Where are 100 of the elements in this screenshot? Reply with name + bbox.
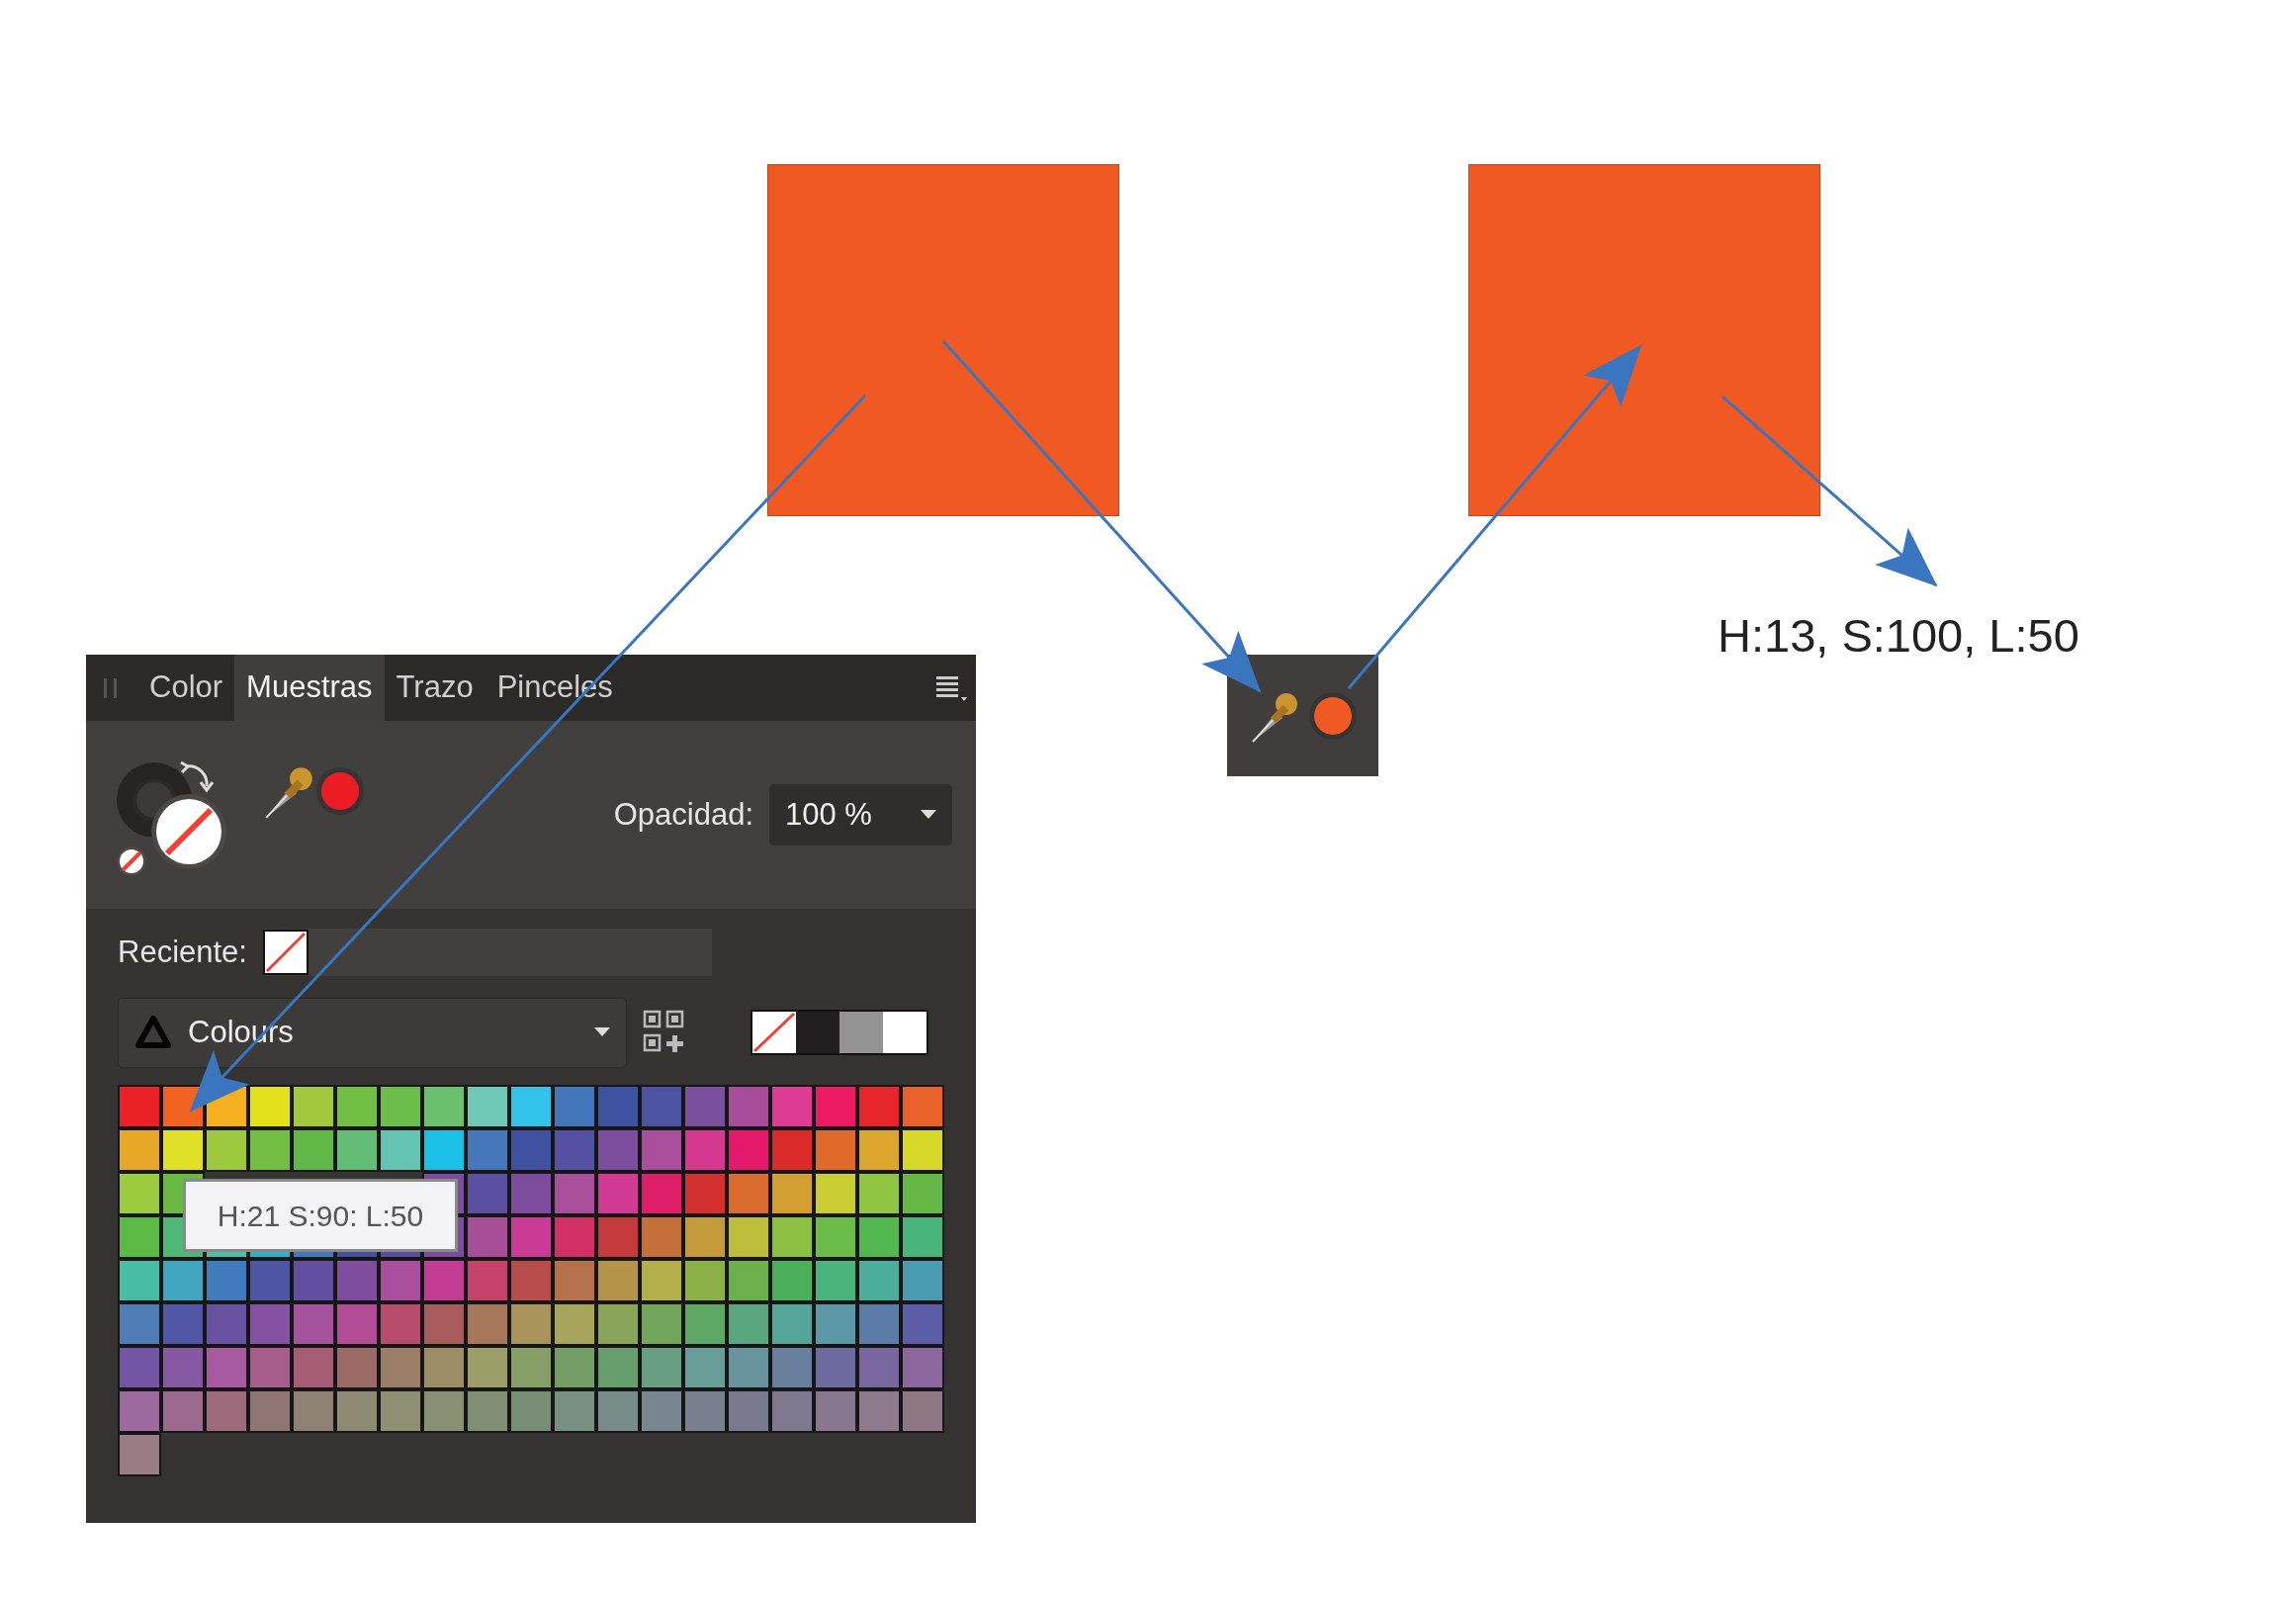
color-swatch[interactable] bbox=[379, 1085, 422, 1128]
color-swatch[interactable] bbox=[640, 1215, 683, 1259]
color-swatch[interactable] bbox=[118, 1128, 161, 1172]
color-swatch[interactable] bbox=[683, 1215, 727, 1259]
color-swatch[interactable] bbox=[118, 1172, 161, 1215]
color-swatch[interactable] bbox=[205, 1346, 248, 1389]
color-swatch[interactable] bbox=[727, 1259, 770, 1302]
color-swatch[interactable] bbox=[683, 1085, 727, 1128]
color-swatch[interactable] bbox=[901, 1346, 944, 1389]
color-swatch[interactable] bbox=[118, 1215, 161, 1259]
color-swatch[interactable] bbox=[901, 1259, 944, 1302]
color-swatch[interactable] bbox=[422, 1259, 466, 1302]
color-swatch[interactable] bbox=[901, 1389, 944, 1433]
no-color-swatch[interactable] bbox=[262, 930, 309, 975]
color-swatch[interactable] bbox=[883, 1012, 927, 1053]
color-swatch[interactable] bbox=[292, 1128, 335, 1172]
color-swatch[interactable] bbox=[292, 1259, 335, 1302]
color-swatch[interactable] bbox=[683, 1259, 727, 1302]
color-swatch[interactable] bbox=[901, 1172, 944, 1215]
panel-tab[interactable]: Trazo bbox=[384, 655, 486, 721]
color-swatch[interactable] bbox=[509, 1302, 553, 1346]
color-swatch[interactable] bbox=[161, 1346, 205, 1389]
color-swatch[interactable] bbox=[727, 1085, 770, 1128]
color-swatch[interactable] bbox=[857, 1128, 901, 1172]
color-swatch[interactable] bbox=[857, 1389, 901, 1433]
color-swatch[interactable] bbox=[770, 1128, 814, 1172]
color-swatch[interactable] bbox=[640, 1259, 683, 1302]
color-swatch[interactable] bbox=[422, 1302, 466, 1346]
color-swatch[interactable] bbox=[596, 1215, 640, 1259]
color-swatch[interactable] bbox=[727, 1302, 770, 1346]
color-swatch[interactable] bbox=[118, 1085, 161, 1128]
color-swatch[interactable] bbox=[379, 1346, 422, 1389]
color-swatch[interactable] bbox=[727, 1215, 770, 1259]
color-swatch[interactable] bbox=[727, 1346, 770, 1389]
color-swatch[interactable] bbox=[118, 1302, 161, 1346]
color-swatch[interactable] bbox=[509, 1259, 553, 1302]
color-swatch[interactable] bbox=[118, 1433, 161, 1476]
color-swatch[interactable] bbox=[422, 1128, 466, 1172]
color-swatch[interactable] bbox=[292, 1085, 335, 1128]
color-swatch[interactable] bbox=[422, 1346, 466, 1389]
color-swatch[interactable] bbox=[161, 1302, 205, 1346]
grid-add-icon[interactable] bbox=[643, 1010, 686, 1055]
color-swatch[interactable] bbox=[683, 1128, 727, 1172]
color-swatch[interactable] bbox=[161, 1259, 205, 1302]
color-swatch[interactable] bbox=[509, 1389, 553, 1433]
color-swatch[interactable] bbox=[857, 1302, 901, 1346]
color-swatch[interactable] bbox=[857, 1215, 901, 1259]
color-swatch[interactable] bbox=[466, 1128, 509, 1172]
panel-tab[interactable]: Muestras bbox=[234, 655, 385, 721]
color-swatch[interactable] bbox=[553, 1085, 596, 1128]
color-swatch[interactable] bbox=[335, 1389, 379, 1433]
color-swatch[interactable] bbox=[814, 1389, 857, 1433]
color-swatch[interactable] bbox=[509, 1346, 553, 1389]
panel-tab[interactable]: Color bbox=[137, 655, 235, 721]
color-swatch[interactable] bbox=[814, 1128, 857, 1172]
color-swatch[interactable] bbox=[466, 1346, 509, 1389]
color-swatch[interactable] bbox=[248, 1389, 292, 1433]
color-swatch[interactable] bbox=[205, 1128, 248, 1172]
color-swatch[interactable] bbox=[770, 1215, 814, 1259]
color-swatch[interactable] bbox=[596, 1259, 640, 1302]
color-swatch[interactable] bbox=[509, 1085, 553, 1128]
color-swatch[interactable] bbox=[248, 1346, 292, 1389]
color-swatch[interactable] bbox=[727, 1389, 770, 1433]
color-swatch[interactable] bbox=[770, 1302, 814, 1346]
color-swatch[interactable] bbox=[161, 1128, 205, 1172]
color-swatch[interactable] bbox=[683, 1389, 727, 1433]
color-swatch[interactable] bbox=[683, 1346, 727, 1389]
color-swatch[interactable] bbox=[770, 1346, 814, 1389]
no-color-swatch[interactable] bbox=[752, 1012, 796, 1053]
color-swatch[interactable] bbox=[814, 1085, 857, 1128]
color-swatch[interactable] bbox=[205, 1389, 248, 1433]
color-swatch[interactable] bbox=[814, 1172, 857, 1215]
color-swatch[interactable] bbox=[857, 1085, 901, 1128]
color-swatch[interactable] bbox=[466, 1389, 509, 1433]
color-swatch[interactable] bbox=[857, 1346, 901, 1389]
color-swatch[interactable] bbox=[901, 1128, 944, 1172]
color-swatch[interactable] bbox=[553, 1215, 596, 1259]
color-swatch[interactable] bbox=[553, 1259, 596, 1302]
color-swatch[interactable] bbox=[466, 1259, 509, 1302]
color-swatch[interactable] bbox=[857, 1172, 901, 1215]
color-swatch[interactable] bbox=[553, 1346, 596, 1389]
color-swatch[interactable] bbox=[901, 1215, 944, 1259]
color-swatch[interactable] bbox=[205, 1259, 248, 1302]
color-swatch[interactable] bbox=[727, 1172, 770, 1215]
opacity-dropdown[interactable]: 100 % bbox=[769, 784, 952, 846]
color-swatch[interactable] bbox=[553, 1128, 596, 1172]
color-swatch[interactable] bbox=[292, 1389, 335, 1433]
color-swatch[interactable] bbox=[814, 1215, 857, 1259]
color-swatch[interactable] bbox=[640, 1085, 683, 1128]
color-swatch[interactable] bbox=[596, 1389, 640, 1433]
color-swatch[interactable] bbox=[248, 1128, 292, 1172]
color-swatch[interactable] bbox=[553, 1302, 596, 1346]
color-swatch[interactable] bbox=[596, 1346, 640, 1389]
color-swatch[interactable] bbox=[901, 1085, 944, 1128]
color-swatch[interactable] bbox=[553, 1389, 596, 1433]
color-swatch[interactable] bbox=[796, 1012, 839, 1053]
color-swatch[interactable] bbox=[335, 1085, 379, 1128]
color-swatch[interactable] bbox=[379, 1128, 422, 1172]
color-swatch[interactable] bbox=[161, 1389, 205, 1433]
color-swatch[interactable] bbox=[118, 1389, 161, 1433]
